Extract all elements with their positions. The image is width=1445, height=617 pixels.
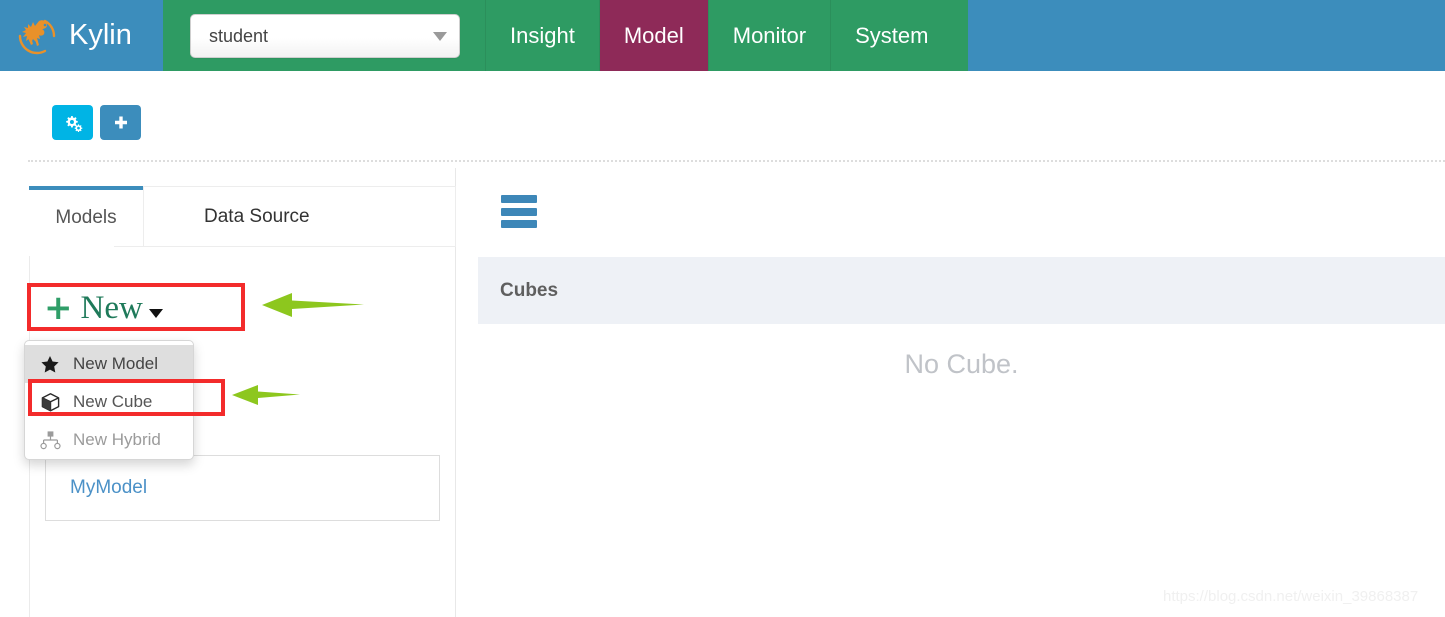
model-name-link[interactable]: MyModel (70, 477, 147, 499)
gears-button[interactable] (52, 105, 93, 140)
nav-tabs: Insight Model Monitor System (485, 0, 953, 71)
nav-tab-monitor-label: Monitor (732, 22, 807, 48)
hamburger-bar-1 (501, 195, 537, 203)
menu-item-new-cube-label: New Cube (73, 392, 153, 411)
cubes-section-title: Cubes (500, 279, 559, 301)
nav-tab-system-label: System (855, 22, 929, 48)
caret-down-icon (148, 308, 163, 318)
watermark-text: https://blog.csdn.net/weixin_39868387 (1163, 588, 1419, 605)
nav-tab-insight[interactable]: Insight (485, 0, 599, 71)
new-button[interactable]: + New (34, 287, 224, 329)
menu-item-new-hybrid[interactable]: New Hybrid (25, 421, 193, 459)
brand-area[interactable]: Kylin (0, 0, 163, 71)
project-select-value: student (209, 25, 269, 46)
app-root: Kylin student Insight Model Monitor Syst… (0, 0, 1445, 617)
plus-icon: + (44, 288, 73, 328)
star-icon (39, 353, 61, 375)
tabstrip-underline (114, 246, 456, 247)
menu-item-new-model[interactable]: New Model (25, 345, 193, 383)
new-dropdown-menu: New Model New Cube New Hybrid (24, 340, 194, 460)
toolbar-divider (28, 160, 1445, 162)
kylin-creature-logo-icon (14, 14, 60, 58)
sitemap-icon (39, 429, 61, 451)
annotation-arrow-new-button (262, 292, 364, 318)
nav-tab-insight-label: Insight (510, 22, 575, 48)
model-list-item[interactable]: MyModel (45, 455, 440, 521)
hamburger-bar-3 (501, 220, 537, 228)
nav-tab-monitor[interactable]: Monitor (707, 0, 831, 71)
menu-item-new-model-label: New Model (73, 354, 159, 373)
sidebar-tabstrip: Models Data Source (29, 186, 456, 247)
tab-models-label: Models (55, 207, 117, 228)
tab-models[interactable]: Models (29, 186, 143, 246)
brand-title: Kylin (69, 19, 132, 51)
caret-down-icon (433, 31, 447, 41)
tab-data-source[interactable]: Data Source (143, 186, 456, 246)
nav-tab-model[interactable]: Model (598, 0, 708, 71)
action-toolbar (0, 71, 1445, 160)
empty-state-message: No Cube. (904, 348, 1019, 379)
add-button[interactable] (100, 105, 141, 140)
nav-tab-model-label: Model (623, 22, 684, 48)
new-button-label: New (80, 289, 143, 326)
annotation-arrow-new-cube (232, 384, 300, 406)
nav-tab-system[interactable]: System (830, 0, 953, 71)
menu-item-new-hybrid-label: New Hybrid (73, 430, 161, 449)
cubes-section-header: Cubes (478, 257, 1445, 324)
hamburger-bar-2 (501, 207, 537, 216)
tab-data-source-label: Data Source (204, 205, 310, 227)
cube-icon (39, 391, 61, 413)
project-select[interactable]: student (190, 14, 460, 58)
plus-icon (114, 116, 127, 128)
gears-icon (65, 115, 82, 132)
menu-item-new-cube[interactable]: New Cube (25, 383, 193, 421)
hamburger-icon[interactable] (501, 195, 537, 228)
top-navbar: Kylin student Insight Model Monitor Syst… (0, 0, 1445, 71)
